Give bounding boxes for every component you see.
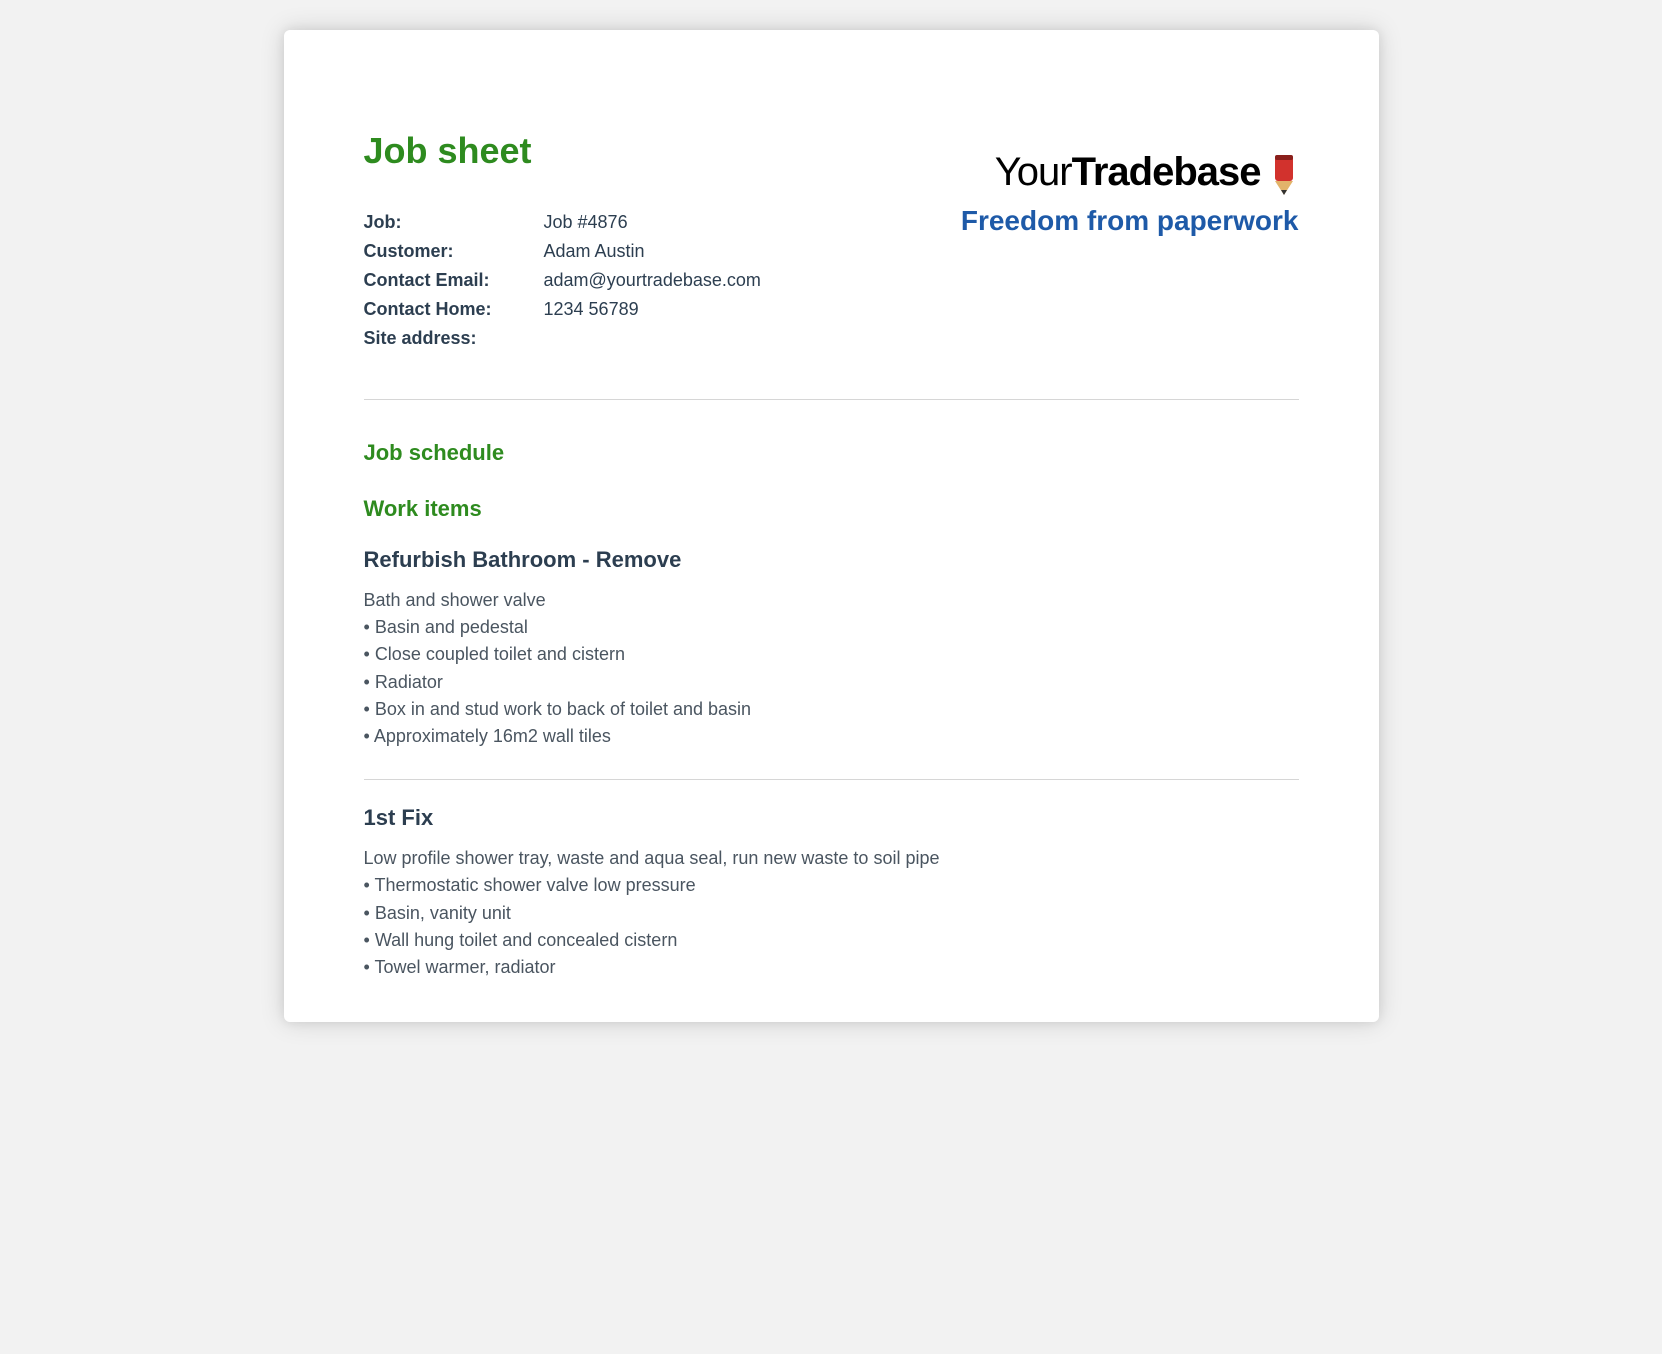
work-item-bullet: • Towel warmer, radiator bbox=[364, 955, 1299, 980]
brand-tagline: Freedom from paperwork bbox=[961, 205, 1299, 237]
work-item: 1st Fix Low profile shower tray, waste a… bbox=[364, 805, 1299, 980]
work-item-intro: Bath and shower valve bbox=[364, 588, 1299, 613]
site-address-label: Site address: bbox=[364, 328, 544, 349]
pencil-icon bbox=[1269, 151, 1299, 195]
work-item-bullet: • Basin and pedestal bbox=[364, 615, 1299, 640]
work-item-bullet: • Approximately 16m2 wall tiles bbox=[364, 724, 1299, 749]
page-wrap: Job sheet Job: Job #4876 Customer: Adam … bbox=[0, 0, 1662, 1022]
section-divider bbox=[364, 399, 1299, 400]
customer-value: Adam Austin bbox=[544, 241, 761, 262]
header-left: Job sheet Job: Job #4876 Customer: Adam … bbox=[364, 130, 761, 349]
job-details: Job: Job #4876 Customer: Adam Austin Con… bbox=[364, 212, 761, 349]
work-items-heading: Work items bbox=[364, 496, 1299, 522]
contact-email-value: adam@yourtradebase.com bbox=[544, 270, 761, 291]
contact-home-label: Contact Home: bbox=[364, 299, 544, 320]
bullet-text: Close coupled toilet and cistern bbox=[375, 644, 625, 664]
customer-label: Customer: bbox=[364, 241, 544, 262]
work-item-bullet: • Close coupled toilet and cistern bbox=[364, 642, 1299, 667]
bullet-text: Thermostatic shower valve low pressure bbox=[374, 875, 695, 895]
site-address-value bbox=[544, 328, 761, 349]
bullet-text: Basin, vanity unit bbox=[375, 903, 511, 923]
job-sheet-document: Job sheet Job: Job #4876 Customer: Adam … bbox=[284, 30, 1379, 1022]
work-item-bullet: • Wall hung toilet and concealed cistern bbox=[364, 928, 1299, 953]
brand-name-thin: Your bbox=[995, 150, 1072, 194]
work-item-title: Refurbish Bathroom - Remove bbox=[364, 547, 1299, 573]
job-value: Job #4876 bbox=[544, 212, 761, 233]
brand-name-bold: Tradebase bbox=[1072, 150, 1261, 194]
job-schedule-heading: Job schedule bbox=[364, 440, 1299, 466]
contact-home-value: 1234 56789 bbox=[544, 299, 761, 320]
bullet-text: Box in and stud work to back of toilet a… bbox=[375, 699, 751, 719]
work-item-bullet: • Basin, vanity unit bbox=[364, 901, 1299, 926]
header-row: Job sheet Job: Job #4876 Customer: Adam … bbox=[364, 130, 1299, 349]
work-item-body: Bath and shower valve • Basin and pedest… bbox=[364, 588, 1299, 749]
work-item-intro: Low profile shower tray, waste and aqua … bbox=[364, 846, 1299, 871]
bullet-text: Towel warmer, radiator bbox=[374, 957, 555, 977]
job-label: Job: bbox=[364, 212, 544, 233]
bullet-text: Wall hung toilet and concealed cistern bbox=[375, 930, 678, 950]
brand-logo: YourTradebase bbox=[995, 150, 1299, 195]
bullet-text: Approximately 16m2 wall tiles bbox=[374, 726, 611, 746]
work-item-bullet: • Box in and stud work to back of toilet… bbox=[364, 697, 1299, 722]
brand-name: YourTradebase bbox=[995, 150, 1261, 195]
bullet-text: Basin and pedestal bbox=[375, 617, 528, 637]
work-item-body: Low profile shower tray, waste and aqua … bbox=[364, 846, 1299, 980]
work-item-title: 1st Fix bbox=[364, 805, 1299, 831]
work-item-bullet: • Thermostatic shower valve low pressure bbox=[364, 873, 1299, 898]
page-title: Job sheet bbox=[364, 130, 761, 172]
work-item-bullet: • Radiator bbox=[364, 670, 1299, 695]
contact-email-label: Contact Email: bbox=[364, 270, 544, 291]
bullet-text: Radiator bbox=[375, 672, 443, 692]
item-divider bbox=[364, 779, 1299, 780]
brand-logo-block: YourTradebase Freedom from paperwork bbox=[961, 130, 1299, 237]
work-item: Refurbish Bathroom - Remove Bath and sho… bbox=[364, 547, 1299, 749]
